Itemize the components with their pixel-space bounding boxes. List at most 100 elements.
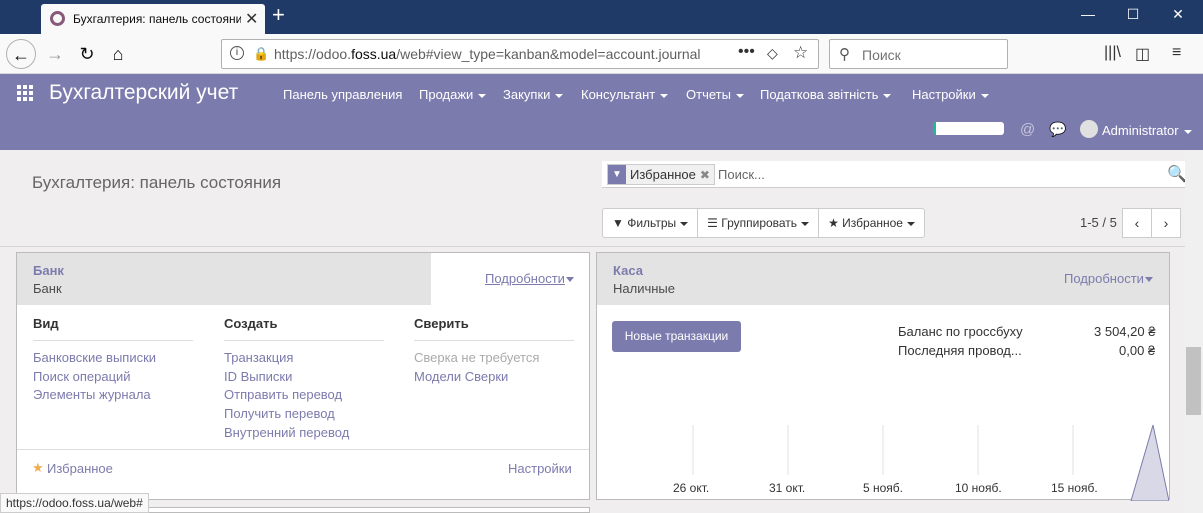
lock-icon: 🔒 [253,46,270,61]
card-subtitle: Банк [33,281,62,296]
library-icon[interactable]: |||\ [1104,44,1121,62]
menu-purchases[interactable]: Закупки [503,87,563,102]
journal-card-cash: Каса Наличные Подробности Новые транзакц… [596,252,1170,501]
back-arrow-icon[interactable]: ← [6,39,36,69]
column-view-header: Вид [33,316,193,341]
new-transactions-button[interactable]: Новые транзакции [612,321,741,352]
link-search-operations[interactable]: Поиск операций [33,369,131,384]
more-dropdown[interactable]: Подробности [1064,271,1153,286]
browser-tab[interactable]: Бухгалтерия: панель состояния ✕ [41,4,265,34]
url-text[interactable]: https://odoo.foss.ua/web#view_type=kanba… [274,46,704,62]
pocket-icon[interactable]: ◇ [767,45,778,62]
card-favorite-toggle[interactable]: Избранное [47,461,113,476]
chat-bubbles-icon[interactable]: 💬 [1049,121,1066,138]
column-reconcile-header: Сверить [414,316,574,341]
control-panel: Бухгалтерия: панель состояния ▼ Избранно… [0,150,1187,247]
menu-icon[interactable]: ≡ [1172,44,1181,62]
reload-icon[interactable]: ↻ [72,39,102,69]
menu-tax-reports[interactable]: Податкова звітність [760,87,891,102]
info-icon[interactable]: i [230,46,244,60]
group-by-label: Группировать [721,216,798,230]
list-icon: ☰ [707,216,722,230]
link-journal-items[interactable]: Элементы журнала [33,387,151,402]
favorites-button[interactable]: ★ Избранное [819,209,924,237]
sidebar-icon[interactable]: ◫ [1135,44,1150,64]
maximize-icon[interactable]: ☐ [1118,6,1148,23]
filter-icon: ▼ [608,165,626,184]
link-reconcile-models[interactable]: Модели Сверки [414,369,508,384]
link-statement-id[interactable]: ID Выписки [224,369,292,384]
star-icon: ★ [828,216,843,230]
favorite-star-icon[interactable]: ★ [32,460,44,476]
breadcrumb: Бухгалтерия: панель состояния [32,173,282,192]
search-placeholder: Поиск [862,47,901,63]
card-title[interactable]: Каса [613,263,643,278]
browser-search-input[interactable]: ⚲ Поиск [829,39,1008,69]
scrollbar-thumb[interactable] [1186,347,1201,415]
pager-value[interactable]: 1-5 / 5 [1080,215,1117,230]
odoo-favicon-icon [50,11,65,26]
pager-next-button[interactable]: › [1151,208,1181,238]
menu-sales[interactable]: Продажи [419,87,486,102]
status-url: https://odoo.foss.ua/web# [0,493,149,513]
home-icon[interactable]: ⌂ [103,39,133,69]
link-send-transfer[interactable]: Отправить перевод [224,387,342,402]
journal-card-bank: Банк Банк Подробности Вид Создать Сверит… [16,252,590,500]
filters-button[interactable]: ▼ Фильтры [603,209,699,237]
filters-label: Фильтры [627,216,677,230]
last-entry-label: Последняя провод... [898,343,1022,358]
link-internal-transfer[interactable]: Внутренний перевод [224,425,349,440]
balance-label: Баланс по гроссбуху [898,324,1023,339]
link-receive-transfer[interactable]: Получить перевод [224,406,335,421]
page-actions-icon[interactable]: ••• [738,43,755,61]
facet-remove-icon[interactable]: ✖ [700,168,714,182]
favorites-label: Избранное [842,216,903,230]
x-tick-label: 26 окт. [673,481,710,495]
menu-settings[interactable]: Настройки [912,87,989,102]
search-icon[interactable]: 🔍 [1167,164,1187,184]
window-close-icon[interactable]: ✕ [1163,6,1193,23]
balance-value: 3 504,20 ₴ [1094,324,1156,339]
link-transaction[interactable]: Транзакция [224,350,293,365]
card-header: Банк Банк [17,253,431,305]
bookmark-star-icon[interactable]: ☆ [793,43,808,63]
last-entry-value: 0,00 ₴ [1119,343,1156,358]
forward-arrow-icon[interactable]: → [40,39,70,69]
mentions-icon[interactable]: @ [1020,121,1035,138]
card-title[interactable]: Банк [33,263,64,278]
tab-close-icon[interactable]: ✕ [245,9,258,29]
search-view[interactable]: ▼ Избранное ✖ Поиск... 🔍 [602,161,1187,188]
x-tick-label: 31 окт. [769,481,806,495]
onboarding-progress-bar[interactable] [933,122,1004,135]
browser-navbar: ← → ↻ ⌂ i 🔒 https://odoo.foss.ua/web#vie… [0,34,1203,74]
menu-adviser[interactable]: Консультант [581,87,668,102]
address-bar[interactable]: i 🔒 https://odoo.foss.ua/web#view_type=k… [221,39,819,69]
search-facet[interactable]: ▼ Избранное ✖ [607,164,715,185]
page-scrollbar[interactable] [1185,150,1203,513]
x-tick-label: 10 нояб. [955,481,1002,495]
card-divider [17,449,589,450]
search-options: ▼ Фильтры ☰ Группировать ★ Избранное [602,208,925,238]
link-bank-statements[interactable]: Банковские выписки [33,350,156,365]
new-tab-icon[interactable]: + [272,2,285,28]
search-input[interactable]: Поиск... [718,167,765,182]
menu-reports[interactable]: Отчеты [686,87,744,102]
menu-dashboard[interactable]: Панель управления [283,87,402,102]
reconcile-not-needed: Сверка не требуется [414,350,540,365]
x-tick-label: 5 нояб. [863,481,904,495]
browser-titlebar: Бухгалтерия: панель состояния ✕ + — ☐ ✕ [0,0,1203,34]
card-subtitle: Наличные [613,281,675,296]
pager-previous-button[interactable]: ‹ [1122,208,1152,238]
more-dropdown[interactable]: Подробности [485,271,574,286]
group-by-button[interactable]: ☰ Группировать [698,209,820,237]
x-tick-label: 15 нояб. [1051,481,1098,495]
odoo-main-navbar: Бухгалтерский учет Панель управления Про… [0,74,1203,150]
avatar[interactable] [1080,120,1098,138]
user-menu[interactable]: Administrator [1102,123,1192,138]
funnel-icon: ▼ [612,216,628,230]
apps-grid-icon[interactable] [17,85,33,101]
minimize-icon[interactable]: — [1073,6,1103,22]
card-settings-link[interactable]: Настройки [508,461,572,476]
app-brand[interactable]: Бухгалтерский учет [49,81,238,105]
search-icon: ⚲ [839,46,850,63]
